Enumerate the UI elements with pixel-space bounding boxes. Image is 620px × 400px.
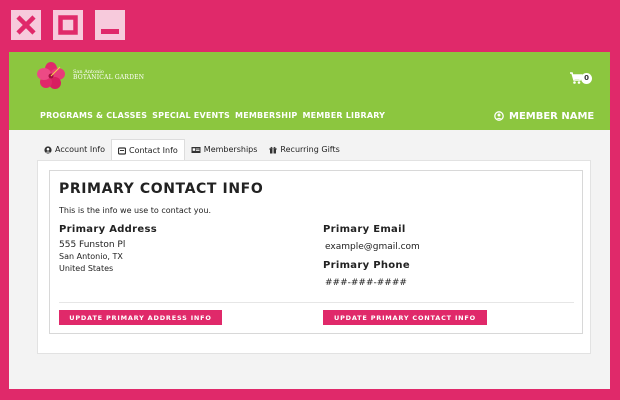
member-account-link[interactable]: MEMBER NAME [494, 109, 594, 123]
cart-count-badge: 0 [581, 73, 592, 84]
maximize-window-button[interactable] [53, 10, 83, 40]
address-line-1: 555 Funston Pl [59, 240, 126, 250]
update-contact-button[interactable]: UPDATE PRIMARY CONTACT INFO [323, 310, 487, 325]
tab-contact-info[interactable]: Contact Info [110, 139, 185, 161]
update-address-button[interactable]: UPDATE PRIMARY ADDRESS INFO [59, 310, 222, 325]
page-title: PRIMARY CONTACT INFO [59, 181, 264, 197]
nav-member-library[interactable]: MEMBER LIBRARY [302, 111, 385, 123]
primary-email-value: example@gmail.com [325, 242, 420, 252]
primary-phone-value: ###-###-#### [325, 278, 407, 288]
minimize-window-button[interactable] [95, 10, 125, 40]
tab-recurring-gifts[interactable]: Recurring Gifts [263, 139, 345, 160]
tab-label: Recurring Gifts [280, 145, 340, 154]
close-window-button[interactable] [11, 10, 41, 40]
primary-email-heading: Primary Email [323, 224, 406, 235]
id-card-icon [117, 146, 126, 155]
nav-membership[interactable]: MEMBERSHIP [235, 111, 297, 123]
browser-content: San Antonio BOTANICAL GARDEN 0 PROGRAMS … [9, 52, 610, 389]
user-circle-icon [44, 145, 52, 154]
tab-label: Memberships [203, 145, 258, 154]
tab-memberships[interactable]: Memberships [185, 139, 264, 160]
nav-programs-classes[interactable]: PROGRAMS & CLASSES [40, 111, 147, 123]
close-x-icon [16, 15, 36, 35]
user-circle-icon [494, 111, 504, 121]
hibiscus-flower-icon [37, 62, 65, 89]
minimize-bar-icon [101, 29, 119, 34]
site-header: San Antonio BOTANICAL GARDEN 0 PROGRAMS … [9, 52, 610, 130]
gift-icon [269, 146, 277, 153]
logo-text: San Antonio BOTANICAL GARDEN [73, 69, 153, 81]
account-tabs: Account Info Contact Info Memberships Re… [38, 139, 346, 161]
address-line-3: United States [59, 264, 114, 273]
cart-button[interactable]: 0 [569, 71, 595, 85]
primary-phone-heading: Primary Phone [323, 260, 410, 271]
membership-card-icon [191, 146, 201, 153]
member-name: MEMBER NAME [509, 110, 595, 122]
primary-address-heading: Primary Address [59, 224, 157, 235]
divider [59, 302, 574, 303]
address-line-2: San Antonio, TX [59, 252, 123, 261]
tab-label: Contact Info [128, 146, 178, 155]
nav-special-events[interactable]: SPECIAL EVENTS [152, 111, 230, 123]
tab-label: Account Info [55, 145, 105, 154]
tab-account-info[interactable]: Account Info [38, 139, 111, 160]
garden-logo[interactable]: San Antonio BOTANICAL GARDEN [35, 62, 144, 90]
logo-line-2: BOTANICAL GARDEN [73, 74, 145, 81]
maximize-square-icon [58, 15, 78, 35]
primary-contact-card: PRIMARY CONTACT INFO This is the info we… [49, 170, 583, 334]
tab-panel: PRIMARY CONTACT INFO This is the info we… [37, 160, 591, 354]
main-navigation: PROGRAMS & CLASSES SPECIAL EVENTS MEMBER… [40, 111, 385, 123]
contact-description: This is the info we use to contact you. [59, 206, 212, 215]
